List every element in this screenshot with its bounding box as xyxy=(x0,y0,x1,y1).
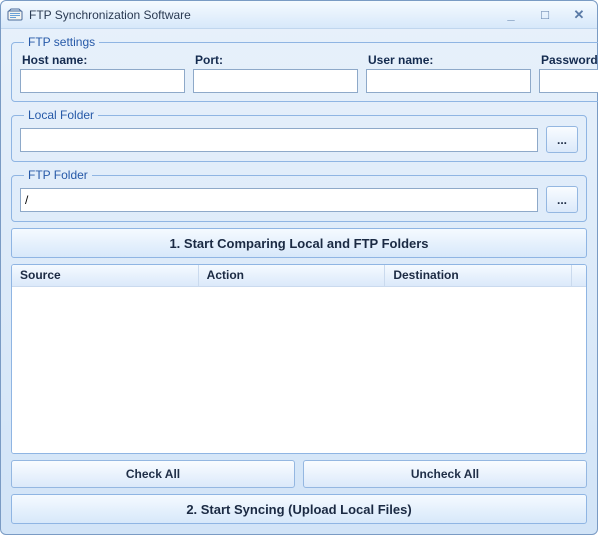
port-input[interactable] xyxy=(193,69,358,93)
col-action[interactable]: Action xyxy=(199,265,386,286)
password-label: Password: xyxy=(539,53,598,67)
host-input[interactable] xyxy=(20,69,185,93)
col-spacer xyxy=(572,265,586,286)
window-controls: _ □ ✕ xyxy=(499,6,591,23)
minimize-button[interactable]: _ xyxy=(499,6,523,23)
port-label: Port: xyxy=(193,53,358,67)
close-button[interactable]: ✕ xyxy=(567,6,591,23)
col-source[interactable]: Source xyxy=(12,265,199,286)
ftp-settings-group: FTP settings Host name: Port: User name:… xyxy=(11,35,598,102)
client-area: FTP settings Host name: Port: User name:… xyxy=(1,29,597,534)
local-folder-group: Local Folder ... xyxy=(11,108,587,162)
ftp-folder-browse-button[interactable]: ... xyxy=(546,186,578,213)
sync-button[interactable]: 2. Start Syncing (Upload Local Files) xyxy=(11,494,587,524)
host-label: Host name: xyxy=(20,53,185,67)
check-all-button[interactable]: Check All xyxy=(11,460,295,488)
ftp-folder-group: FTP Folder ... xyxy=(11,168,587,222)
results-table: Source Action Destination xyxy=(11,264,587,454)
col-destination[interactable]: Destination xyxy=(385,265,572,286)
app-window: FTP Synchronization Software _ □ ✕ FTP s… xyxy=(0,0,598,535)
compare-button[interactable]: 1. Start Comparing Local and FTP Folders xyxy=(11,228,587,258)
user-label: User name: xyxy=(366,53,531,67)
ftp-settings-legend: FTP settings xyxy=(24,35,99,49)
user-input[interactable] xyxy=(366,69,531,93)
maximize-button[interactable]: □ xyxy=(533,6,557,23)
password-input[interactable] xyxy=(539,69,598,93)
local-folder-legend: Local Folder xyxy=(24,108,98,122)
local-folder-input[interactable] xyxy=(20,128,538,152)
local-folder-browse-button[interactable]: ... xyxy=(546,126,578,153)
app-icon xyxy=(7,7,23,23)
ftp-folder-input[interactable] xyxy=(20,188,538,212)
titlebar: FTP Synchronization Software _ □ ✕ xyxy=(1,1,597,29)
ftp-folder-legend: FTP Folder xyxy=(24,168,92,182)
table-body xyxy=(12,287,586,453)
window-title: FTP Synchronization Software xyxy=(29,8,499,22)
table-header: Source Action Destination xyxy=(12,265,586,287)
uncheck-all-button[interactable]: Uncheck All xyxy=(303,460,587,488)
